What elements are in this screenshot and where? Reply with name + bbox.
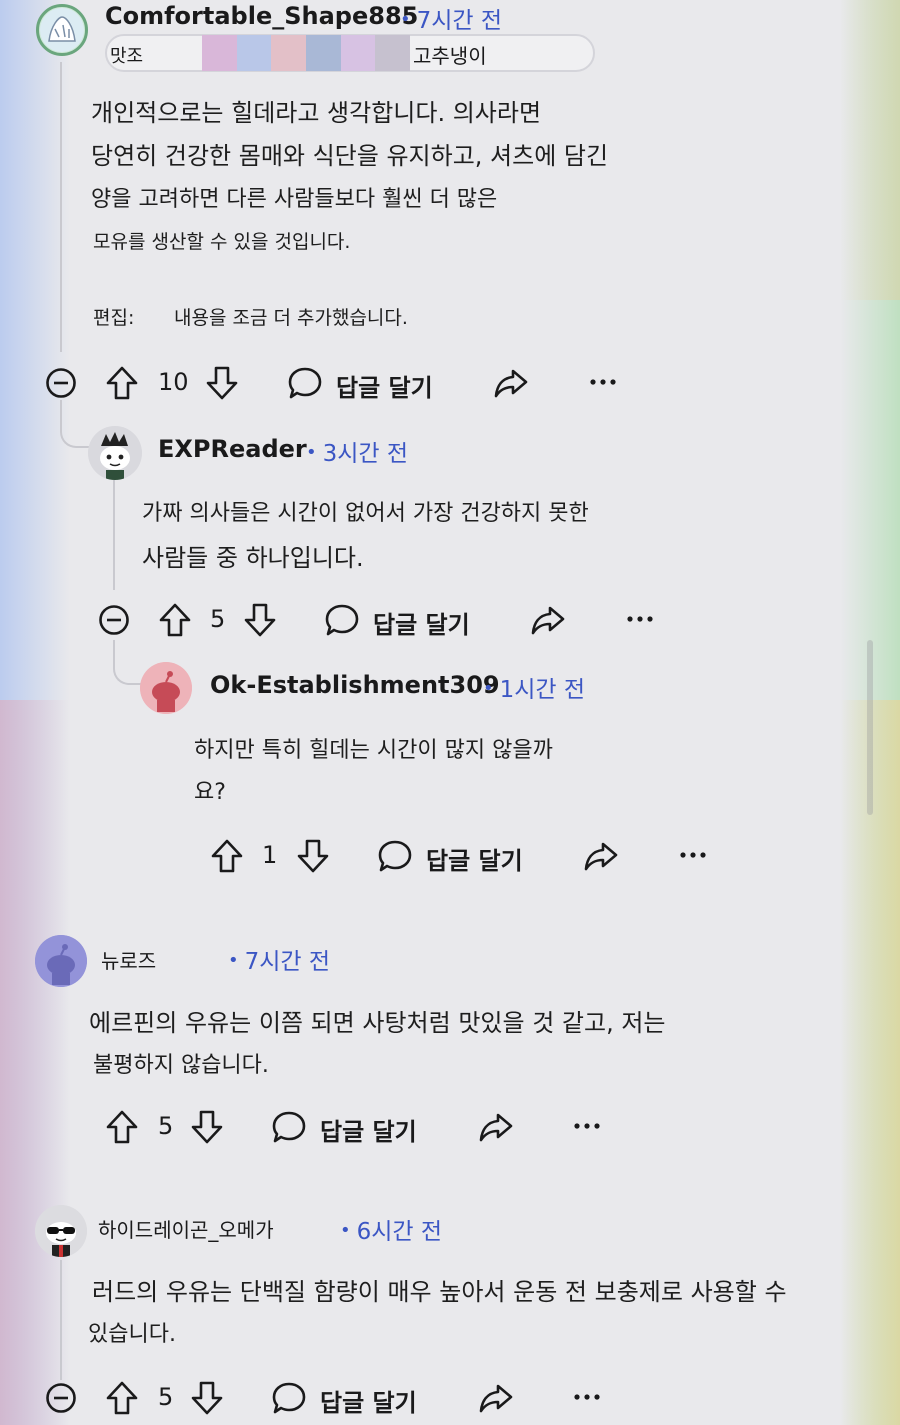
reply-button[interactable]: 답글 달기 (320, 1112, 417, 1147)
more-dots-icon[interactable] (625, 609, 655, 629)
comment-text: 하지만 특히 힐데는 시간이 많지 않을까 (194, 738, 553, 763)
avatar[interactable] (35, 1205, 87, 1257)
comment-text: 불평하지 않습니다. (93, 1053, 269, 1078)
timestamp: • 7시간 전 (228, 949, 331, 975)
username[interactable]: EXPReader (158, 435, 307, 463)
username[interactable]: 하이드레이곤_오메가 (98, 1214, 274, 1243)
collapse-minus-icon[interactable] (97, 603, 131, 637)
comment-text: 양을 고려하면 다른 사람들보다 훨씬 더 많은 (91, 187, 498, 212)
comment-text: 가짜 의사들은 시간이 없어서 가장 건강하지 못한 (142, 501, 589, 526)
thread-connector (113, 640, 143, 685)
collapse-minus-icon[interactable] (44, 1381, 78, 1415)
timestamp: • 6시간 전 (340, 1219, 443, 1245)
timestamp: • 3시간 전 (306, 441, 409, 467)
vote-count: 5 (158, 1112, 174, 1140)
comment-text: 요? (194, 780, 226, 805)
username[interactable]: 뉴로즈 (101, 945, 156, 974)
share-arrow-icon[interactable] (582, 837, 620, 875)
share-arrow-icon[interactable] (477, 1379, 515, 1417)
comment-text: 러드의 우유는 단백질 함량이 매우 높아서 운동 전 보충제로 사용할 수 (92, 1278, 787, 1306)
collapse-minus-icon[interactable] (44, 366, 78, 400)
downvote-arrow-icon[interactable] (189, 1108, 225, 1146)
more-dots-icon[interactable] (572, 1387, 602, 1407)
timestamp: • 1시간 전 (483, 677, 586, 703)
upvote-arrow-icon[interactable] (104, 1379, 140, 1417)
vote-count: 1 (262, 841, 278, 869)
upvote-arrow-icon[interactable] (104, 1108, 140, 1146)
more-dots-icon[interactable] (588, 372, 618, 392)
vote-count: 5 (158, 1383, 174, 1411)
upvote-arrow-icon[interactable] (157, 601, 193, 639)
thread-connector (60, 400, 92, 448)
edge-glow-right-top (840, 0, 900, 300)
thread-line (60, 62, 62, 352)
reply-button[interactable]: 답글 달기 (336, 368, 433, 403)
more-dots-icon[interactable] (572, 1116, 602, 1136)
share-arrow-icon[interactable] (492, 364, 530, 402)
edge-glow (0, 0, 900, 1425)
avatar[interactable] (35, 935, 87, 987)
upvote-arrow-icon[interactable] (209, 837, 245, 875)
reply-button[interactable]: 답글 달기 (373, 605, 470, 640)
reply-button[interactable]: 답글 달기 (320, 1383, 417, 1418)
thread-line (60, 1260, 62, 1380)
timestamp: • 7시간 전 (400, 8, 503, 34)
downvote-arrow-icon[interactable] (242, 601, 278, 639)
scrollbar[interactable] (867, 640, 873, 815)
comment-text: 있습니다. (88, 1322, 176, 1347)
share-arrow-icon[interactable] (477, 1108, 515, 1146)
avatar[interactable] (140, 662, 192, 714)
downvote-arrow-icon[interactable] (189, 1379, 225, 1417)
more-dots-icon[interactable] (678, 845, 708, 865)
upvote-arrow-icon[interactable] (104, 364, 140, 402)
speech-bubble-icon[interactable] (323, 601, 361, 639)
flair-emoji-strip (202, 35, 411, 71)
comment-text: 모유를 생산할 수 있을 것입니다. (93, 231, 351, 253)
flair-label-left: 맛조 (110, 46, 144, 67)
downvote-arrow-icon[interactable] (295, 837, 331, 875)
downvote-arrow-icon[interactable] (204, 364, 240, 402)
vote-count: 5 (210, 605, 226, 633)
speech-bubble-icon[interactable] (270, 1379, 308, 1417)
thread-line (113, 480, 115, 590)
speech-bubble-icon[interactable] (376, 837, 414, 875)
comment-text: 사람들 중 하나입니다. (142, 544, 364, 572)
share-arrow-icon[interactable] (529, 601, 567, 639)
username[interactable]: Comfortable_Shape885 (105, 2, 418, 30)
comment-text: 당연히 건강한 몸매와 식단을 유지하고, 셔츠에 담긴 (91, 142, 609, 170)
username[interactable]: Ok-Establishment309 (210, 671, 500, 699)
avatar[interactable] (36, 4, 88, 56)
comment-text: 개인적으로는 힐데라고 생각합니다. 의사라면 (91, 99, 542, 127)
edit-text: 내용을 조금 더 추가했습니다. (174, 307, 408, 329)
speech-bubble-icon[interactable] (286, 364, 324, 402)
speech-bubble-icon[interactable] (270, 1108, 308, 1146)
reply-button[interactable]: 답글 달기 (426, 841, 523, 876)
comment-text: 에르핀의 우유는 이쯤 되면 사탕처럼 맛있을 것 같고, 저는 (89, 1009, 666, 1037)
flair-label-right: 고추냉이 (413, 44, 487, 68)
edit-label: 편집: (93, 307, 135, 329)
vote-count: 10 (158, 368, 189, 396)
avatar[interactable] (88, 426, 142, 480)
